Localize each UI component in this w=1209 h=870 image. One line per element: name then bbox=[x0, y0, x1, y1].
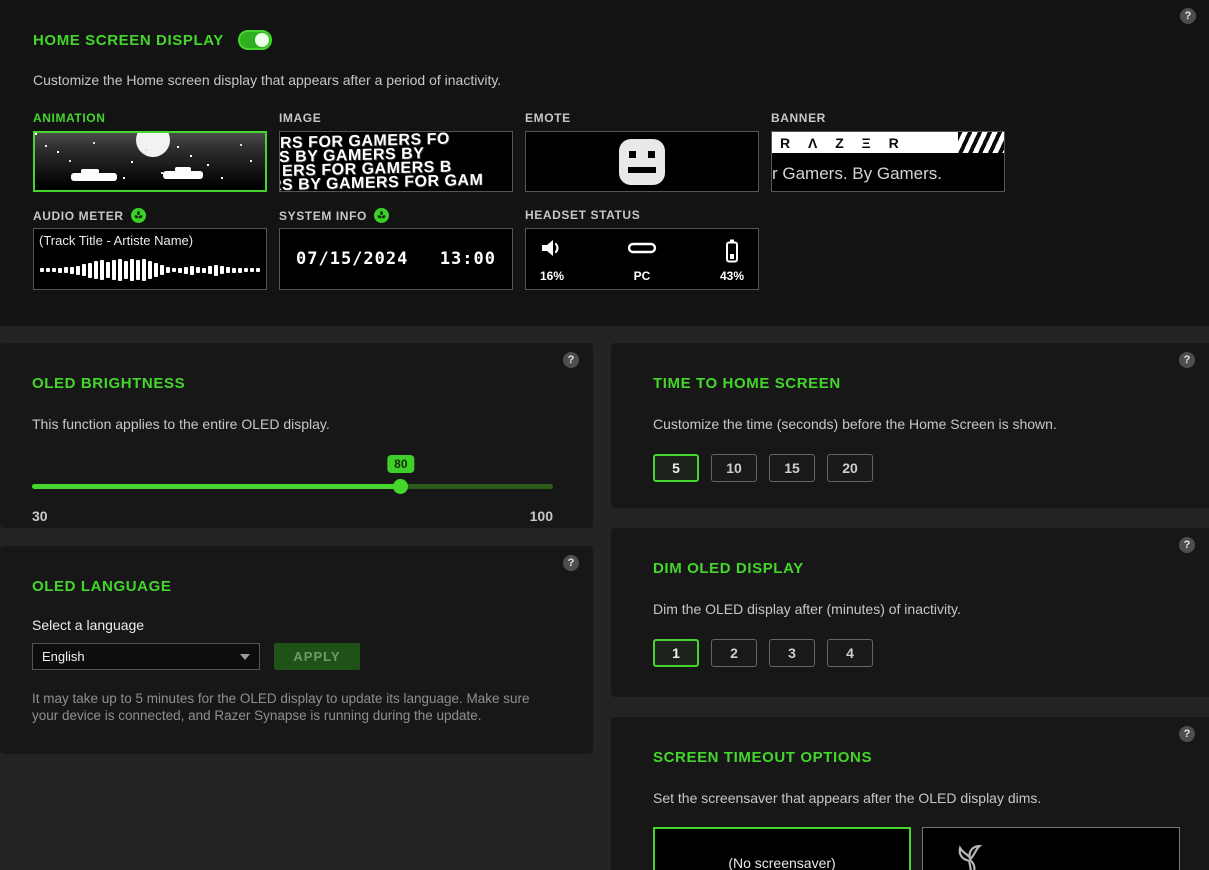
smiley-emote-graphic bbox=[619, 138, 665, 185]
dim-option-4[interactable]: 4 bbox=[827, 639, 873, 667]
panel-title: OLED LANGUAGE bbox=[32, 578, 172, 595]
track-title-text: (Track Title - Artiste Name) bbox=[39, 233, 194, 248]
moon-graphic bbox=[136, 133, 171, 157]
stars-graphic bbox=[35, 133, 37, 135]
usb-c-icon bbox=[627, 239, 657, 262]
connection-source: PC bbox=[633, 269, 651, 283]
panel-description: Customize the time (seconds) before the … bbox=[653, 416, 1057, 432]
help-icon[interactable]: ? bbox=[1179, 537, 1195, 553]
slider-min-label: 30 bbox=[32, 508, 48, 524]
emote-label: EMOTE bbox=[525, 111, 571, 125]
system-info-tile[interactable]: 07/15/2024 13:00 bbox=[279, 228, 513, 290]
headset-status-tile[interactable]: 16% PC 43% bbox=[525, 228, 759, 290]
panel-title: SCREEN TIMEOUT OPTIONS bbox=[653, 749, 873, 766]
emote-mouth bbox=[628, 166, 656, 173]
slider-thumb[interactable] bbox=[392, 479, 408, 494]
language-field-label: Select a language bbox=[32, 617, 145, 633]
stripes-graphic bbox=[958, 132, 1004, 153]
panel-title: TIME TO HOME SCREEN bbox=[653, 375, 841, 392]
help-icon[interactable]: ? bbox=[1179, 726, 1195, 742]
slider-max-label: 100 bbox=[529, 508, 553, 524]
dim-option-2[interactable]: 2 bbox=[711, 639, 757, 667]
home-screen-display-section: ? HOME SCREEN DISPLAY Customize the Home… bbox=[0, 0, 1209, 326]
system-info-label: SYSTEM INFO bbox=[279, 208, 367, 223]
time-to-home-panel: ? TIME TO HOME SCREEN Customize the time… bbox=[611, 343, 1209, 508]
home-screen-display-toggle[interactable] bbox=[237, 30, 272, 50]
panel-title: DIM OLED DISPLAY bbox=[653, 560, 804, 577]
screen-timeout-panel: ? SCREEN TIMEOUT OPTIONS Set the screens… bbox=[611, 717, 1209, 870]
toggle-knob bbox=[254, 33, 269, 47]
headset-status-preview: 16% PC 43% bbox=[526, 229, 758, 289]
banner-label: BANNER bbox=[771, 111, 826, 125]
animation-label: ANIMATION bbox=[33, 111, 106, 125]
battery-percent: 43% bbox=[719, 269, 744, 283]
time-text: 13:00 bbox=[439, 249, 496, 269]
battery-icon bbox=[725, 239, 739, 268]
help-icon[interactable]: ? bbox=[1179, 352, 1195, 368]
emote-tile[interactable] bbox=[525, 131, 759, 192]
oled-language-panel: ? OLED LANGUAGE Select a language Englis… bbox=[0, 546, 593, 754]
image-text-line: RS BY GAMERS FOR GAM bbox=[279, 171, 484, 192]
animation-preview bbox=[35, 133, 265, 190]
cloud-graphic bbox=[163, 167, 203, 179]
headset-status-label: HEADSET STATUS bbox=[525, 208, 641, 222]
section-title: HOME SCREEN DISPLAY bbox=[33, 31, 224, 49]
apply-button[interactable]: APPLY bbox=[274, 643, 360, 670]
banner-tile[interactable]: R Λ Z Ξ R r Gamers. By Gamers. bbox=[771, 131, 1005, 192]
slider-fill bbox=[32, 484, 401, 489]
screensaver-none-label: (No screensaver) bbox=[728, 855, 836, 870]
help-icon[interactable]: ? bbox=[1180, 8, 1196, 24]
panel-description: Dim the OLED display after (minutes) of … bbox=[653, 601, 961, 617]
banner-tagline: r Gamers. By Gamers. bbox=[772, 164, 943, 183]
audio-meter-tile[interactable]: (Track Title - Artiste Name) bbox=[33, 228, 267, 290]
cloud-graphic bbox=[71, 169, 117, 181]
razer-wordmark: R Λ Z Ξ R bbox=[780, 134, 906, 151]
chevron-down-icon bbox=[240, 653, 250, 660]
time-option-15[interactable]: 15 bbox=[769, 454, 815, 482]
oled-brightness-panel: ? OLED BRIGHTNESS This function applies … bbox=[0, 343, 593, 528]
volume-icon bbox=[541, 239, 563, 262]
help-icon[interactable]: ? bbox=[563, 352, 579, 368]
dim-option-1[interactable]: 1 bbox=[653, 639, 699, 667]
brightness-slider[interactable]: 80 bbox=[32, 455, 553, 506]
oled-settings-page: ? HOME SCREEN DISPLAY Customize the Home… bbox=[0, 0, 1209, 870]
emote-eye bbox=[629, 150, 636, 158]
dim-oled-panel: ? DIM OLED DISPLAY Dim the OLED display … bbox=[611, 528, 1209, 697]
help-icon[interactable]: ? bbox=[563, 555, 579, 571]
emote-eye bbox=[648, 150, 655, 158]
language-selected-value: English bbox=[42, 649, 85, 664]
screensaver-option-razer-logo[interactable] bbox=[922, 827, 1180, 870]
system-info-label-row: SYSTEM INFO bbox=[279, 208, 389, 223]
razer-badge-icon bbox=[130, 208, 146, 223]
panel-title: OLED BRIGHTNESS bbox=[32, 375, 186, 392]
animation-tile[interactable] bbox=[33, 131, 267, 192]
razer-snake-logo-icon bbox=[947, 840, 993, 870]
banner-top-bar: R Λ Z Ξ R bbox=[772, 132, 1004, 153]
panel-description: This function applies to the entire OLED… bbox=[32, 416, 330, 432]
date-text: 07/15/2024 bbox=[296, 249, 409, 269]
image-label: IMAGE bbox=[279, 111, 322, 125]
audio-waveform bbox=[40, 259, 260, 281]
image-preview: RS FOR GAMERS FO IS BY GAMERS BY ERS FOR… bbox=[279, 132, 512, 192]
time-option-10[interactable]: 10 bbox=[711, 454, 757, 482]
section-description: Customize the Home screen display that a… bbox=[33, 72, 502, 88]
audio-meter-label: AUDIO METER bbox=[33, 208, 124, 223]
system-info-preview: 07/15/2024 13:00 bbox=[280, 229, 512, 289]
audio-meter-label-row: AUDIO METER bbox=[33, 208, 146, 223]
panel-description: Set the screensaver that appears after t… bbox=[653, 790, 1042, 806]
image-tile[interactable]: RS FOR GAMERS FO IS BY GAMERS BY ERS FOR… bbox=[279, 131, 513, 192]
volume-percent: 16% bbox=[540, 269, 565, 283]
language-select[interactable]: English bbox=[32, 643, 260, 670]
language-note: It may take up to 5 minutes for the OLED… bbox=[32, 691, 530, 723]
dim-option-3[interactable]: 3 bbox=[769, 639, 815, 667]
razer-badge-icon bbox=[373, 208, 389, 223]
screensaver-option-none[interactable]: (No screensaver) bbox=[653, 827, 911, 870]
time-option-20[interactable]: 20 bbox=[827, 454, 873, 482]
slider-value-bubble: 80 bbox=[387, 455, 415, 473]
time-option-5[interactable]: 5 bbox=[653, 454, 699, 482]
